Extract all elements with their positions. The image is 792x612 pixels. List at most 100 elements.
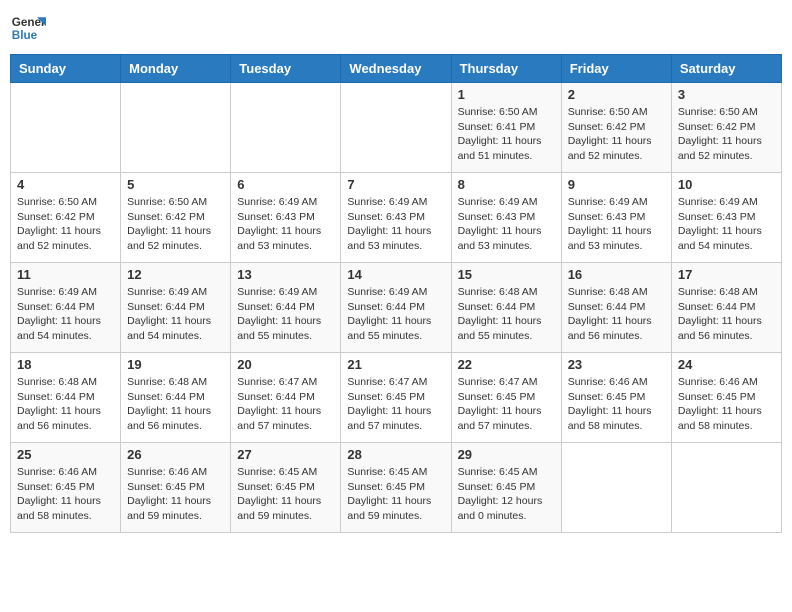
day-info: Sunrise: 6:46 AMSunset: 6:45 PMDaylight:… <box>568 375 665 434</box>
calendar-day-cell <box>341 83 451 173</box>
calendar-table: SundayMondayTuesdayWednesdayThursdayFrid… <box>10 54 782 533</box>
header: General Blue <box>10 10 782 46</box>
calendar-day-cell <box>11 83 121 173</box>
day-number: 21 <box>347 357 444 372</box>
day-info: Sunrise: 6:49 AMSunset: 6:43 PMDaylight:… <box>568 195 665 254</box>
day-of-week-header: Monday <box>121 55 231 83</box>
calendar-day-cell: 29 Sunrise: 6:45 AMSunset: 6:45 PMDayligh… <box>451 443 561 533</box>
day-info: Sunrise: 6:49 AMSunset: 6:44 PMDaylight:… <box>127 285 224 344</box>
day-number: 24 <box>678 357 775 372</box>
calendar-day-cell: 5 Sunrise: 6:50 AMSunset: 6:42 PMDaylight… <box>121 173 231 263</box>
calendar-week-row: 18 Sunrise: 6:48 AMSunset: 6:44 PMDayligh… <box>11 353 782 443</box>
calendar-day-cell: 14 Sunrise: 6:49 AMSunset: 6:44 PMDayligh… <box>341 263 451 353</box>
day-number: 20 <box>237 357 334 372</box>
day-info: Sunrise: 6:47 AMSunset: 6:45 PMDaylight:… <box>347 375 444 434</box>
calendar-day-cell <box>231 83 341 173</box>
day-of-week-header: Wednesday <box>341 55 451 83</box>
calendar-day-cell: 28 Sunrise: 6:45 AMSunset: 6:45 PMDayligh… <box>341 443 451 533</box>
calendar-day-cell: 25 Sunrise: 6:46 AMSunset: 6:45 PMDayligh… <box>11 443 121 533</box>
day-number: 29 <box>458 447 555 462</box>
day-number: 4 <box>17 177 114 192</box>
svg-text:Blue: Blue <box>12 29 38 42</box>
day-info: Sunrise: 6:48 AMSunset: 6:44 PMDaylight:… <box>127 375 224 434</box>
day-of-week-header: Saturday <box>671 55 781 83</box>
day-number: 17 <box>678 267 775 282</box>
calendar-week-row: 1 Sunrise: 6:50 AMSunset: 6:41 PMDaylight… <box>11 83 782 173</box>
day-info: Sunrise: 6:49 AMSunset: 6:43 PMDaylight:… <box>237 195 334 254</box>
day-info: Sunrise: 6:48 AMSunset: 6:44 PMDaylight:… <box>458 285 555 344</box>
day-info: Sunrise: 6:50 AMSunset: 6:42 PMDaylight:… <box>127 195 224 254</box>
day-number: 26 <box>127 447 224 462</box>
day-number: 5 <box>127 177 224 192</box>
day-number: 2 <box>568 87 665 102</box>
day-number: 28 <box>347 447 444 462</box>
calendar-day-cell: 26 Sunrise: 6:46 AMSunset: 6:45 PMDayligh… <box>121 443 231 533</box>
calendar-day-cell <box>671 443 781 533</box>
day-number: 1 <box>458 87 555 102</box>
calendar-day-cell: 6Sunrise: 6:49 AMSunset: 6:43 PMDaylight… <box>231 173 341 263</box>
calendar-day-cell: 3 Sunrise: 6:50 AMSunset: 6:42 PMDaylight… <box>671 83 781 173</box>
day-number: 27 <box>237 447 334 462</box>
day-number: 9 <box>568 177 665 192</box>
day-number: 25 <box>17 447 114 462</box>
day-number: 7 <box>347 177 444 192</box>
calendar-day-cell: 27 Sunrise: 6:45 AMSunset: 6:45 PMDayligh… <box>231 443 341 533</box>
day-number: 12 <box>127 267 224 282</box>
calendar-day-cell <box>561 443 671 533</box>
day-info: Sunrise: 6:50 AMSunset: 6:41 PMDaylight:… <box>458 105 555 164</box>
calendar-day-cell: 15 Sunrise: 6:48 AMSunset: 6:44 PMDayligh… <box>451 263 561 353</box>
day-info: Sunrise: 6:47 AMSunset: 6:45 PMDaylight:… <box>458 375 555 434</box>
calendar-day-cell: 1 Sunrise: 6:50 AMSunset: 6:41 PMDaylight… <box>451 83 561 173</box>
day-number: 19 <box>127 357 224 372</box>
day-of-week-header: Sunday <box>11 55 121 83</box>
calendar-day-cell: 11Sunrise: 6:49 AMSunset: 6:44 PMDayligh… <box>11 263 121 353</box>
day-info: Sunrise: 6:50 AMSunset: 6:42 PMDaylight:… <box>678 105 775 164</box>
calendar-day-cell: 22 Sunrise: 6:47 AMSunset: 6:45 PMDayligh… <box>451 353 561 443</box>
calendar-header-row: SundayMondayTuesdayWednesdayThursdayFrid… <box>11 55 782 83</box>
day-info: Sunrise: 6:50 AMSunset: 6:42 PMDaylight:… <box>568 105 665 164</box>
day-info: Sunrise: 6:49 AMSunset: 6:44 PMDaylight:… <box>17 285 114 344</box>
calendar-day-cell: 13Sunrise: 6:49 AMSunset: 6:44 PMDayligh… <box>231 263 341 353</box>
calendar-day-cell: 9 Sunrise: 6:49 AMSunset: 6:43 PMDaylight… <box>561 173 671 263</box>
calendar-day-cell: 8 Sunrise: 6:49 AMSunset: 6:43 PMDaylight… <box>451 173 561 263</box>
day-info: Sunrise: 6:49 AMSunset: 6:43 PMDaylight:… <box>347 195 444 254</box>
logo-icon: General Blue <box>10 10 46 46</box>
day-info: Sunrise: 6:45 AMSunset: 6:45 PMDaylight:… <box>237 465 334 524</box>
calendar-day-cell: 16 Sunrise: 6:48 AMSunset: 6:44 PMDayligh… <box>561 263 671 353</box>
day-info: Sunrise: 6:49 AMSunset: 6:44 PMDaylight:… <box>347 285 444 344</box>
day-info: Sunrise: 6:48 AMSunset: 6:44 PMDaylight:… <box>17 375 114 434</box>
calendar-day-cell: 2 Sunrise: 6:50 AMSunset: 6:42 PMDaylight… <box>561 83 671 173</box>
day-number: 8 <box>458 177 555 192</box>
day-number: 23 <box>568 357 665 372</box>
day-info: Sunrise: 6:45 AMSunset: 6:45 PMDaylight:… <box>458 465 555 524</box>
calendar-day-cell: 17 Sunrise: 6:48 AMSunset: 6:44 PMDayligh… <box>671 263 781 353</box>
calendar-day-cell: 18 Sunrise: 6:48 AMSunset: 6:44 PMDayligh… <box>11 353 121 443</box>
calendar-week-row: 4 Sunrise: 6:50 AMSunset: 6:42 PMDaylight… <box>11 173 782 263</box>
calendar-day-cell: 20 Sunrise: 6:47 AMSunset: 6:44 PMDayligh… <box>231 353 341 443</box>
day-info: Sunrise: 6:47 AMSunset: 6:44 PMDaylight:… <box>237 375 334 434</box>
logo: General Blue <box>10 10 46 46</box>
calendar-day-cell: 19 Sunrise: 6:48 AMSunset: 6:44 PMDayligh… <box>121 353 231 443</box>
day-info: Sunrise: 6:49 AMSunset: 6:43 PMDaylight:… <box>458 195 555 254</box>
day-info: Sunrise: 6:49 AMSunset: 6:43 PMDaylight:… <box>678 195 775 254</box>
day-number: 16 <box>568 267 665 282</box>
day-number: 22 <box>458 357 555 372</box>
calendar-day-cell: 24 Sunrise: 6:46 AMSunset: 6:45 PMDayligh… <box>671 353 781 443</box>
day-info: Sunrise: 6:48 AMSunset: 6:44 PMDaylight:… <box>678 285 775 344</box>
day-number: 18 <box>17 357 114 372</box>
day-of-week-header: Thursday <box>451 55 561 83</box>
day-info: Sunrise: 6:45 AMSunset: 6:45 PMDaylight:… <box>347 465 444 524</box>
day-info: Sunrise: 6:46 AMSunset: 6:45 PMDaylight:… <box>127 465 224 524</box>
day-info: Sunrise: 6:46 AMSunset: 6:45 PMDaylight:… <box>17 465 114 524</box>
calendar-day-cell: 12 Sunrise: 6:49 AMSunset: 6:44 PMDayligh… <box>121 263 231 353</box>
day-number: 3 <box>678 87 775 102</box>
day-number: 14 <box>347 267 444 282</box>
day-info: Sunrise: 6:48 AMSunset: 6:44 PMDaylight:… <box>568 285 665 344</box>
day-number: 10 <box>678 177 775 192</box>
calendar-week-row: 11Sunrise: 6:49 AMSunset: 6:44 PMDayligh… <box>11 263 782 353</box>
calendar-week-row: 25 Sunrise: 6:46 AMSunset: 6:45 PMDayligh… <box>11 443 782 533</box>
day-number: 15 <box>458 267 555 282</box>
day-info: Sunrise: 6:46 AMSunset: 6:45 PMDaylight:… <box>678 375 775 434</box>
calendar-day-cell: 10 Sunrise: 6:49 AMSunset: 6:43 PMDayligh… <box>671 173 781 263</box>
day-info: Sunrise: 6:50 AMSunset: 6:42 PMDaylight:… <box>17 195 114 254</box>
